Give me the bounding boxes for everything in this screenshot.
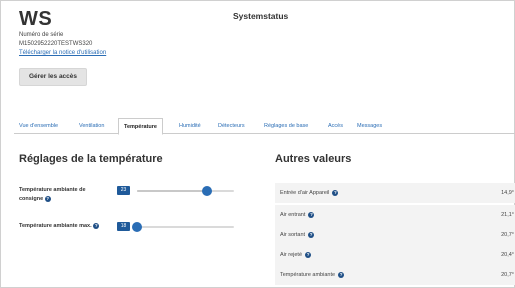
question-circle-icon[interactable]: ? bbox=[305, 251, 312, 258]
target-temp-label: Température ambiante de consigne ? bbox=[19, 186, 86, 204]
download-manual-link[interactable]: Télécharger la notice d'utilisation bbox=[19, 50, 106, 56]
max-temp-slider[interactable] bbox=[132, 222, 234, 232]
value-row-exhaust-air: Air rejeté ? 20,4° bbox=[275, 245, 515, 265]
value-row-value: 20,7° bbox=[501, 272, 514, 278]
value-row-supply-air: Air entrant ? 21,1° bbox=[275, 205, 515, 225]
tab-overview[interactable]: Vue d'ensemble bbox=[14, 118, 63, 134]
max-temp-value-badge: 18 bbox=[117, 222, 130, 231]
value-row-value: 14,9° bbox=[501, 190, 514, 196]
value-row-label: Air entrant ? bbox=[280, 211, 315, 218]
app-frame: WS Systemstatus Numéro de série M1502952… bbox=[0, 0, 515, 288]
value-row-label: Air rejeté ? bbox=[280, 251, 312, 258]
tab-basic-settings[interactable]: Réglages de base bbox=[259, 118, 313, 134]
tab-access[interactable]: Accès bbox=[323, 118, 348, 134]
question-circle-icon[interactable]: ? bbox=[338, 271, 345, 278]
tab-bar: Vue d'ensemble Ventilation Température H… bbox=[14, 118, 515, 135]
temperature-settings-title: Réglages de la température bbox=[19, 153, 163, 165]
target-temp-label-line1: Température ambiante de bbox=[19, 187, 86, 193]
value-row-value: 20,7° bbox=[501, 232, 514, 238]
question-circle-icon[interactable]: ? bbox=[308, 231, 315, 238]
tab-messages[interactable]: Messages bbox=[352, 118, 387, 134]
value-row-label: Entrée d'air Appareil ? bbox=[280, 189, 339, 196]
value-row-value: 21,1° bbox=[501, 212, 514, 218]
question-circle-icon[interactable]: ? bbox=[332, 189, 339, 196]
tab-ventilation[interactable]: Ventilation bbox=[74, 118, 109, 134]
target-temp-slider-fill bbox=[137, 190, 207, 192]
target-temp-slider-knob[interactable] bbox=[201, 186, 212, 196]
tab-humidity[interactable]: Humidité bbox=[174, 118, 206, 134]
target-temp-label-line2: consigne bbox=[19, 196, 44, 202]
target-temp-value-badge: 23 bbox=[117, 186, 130, 195]
value-row-extract-air: Air sortant ? 20,7° bbox=[275, 225, 515, 245]
value-row-air-inlet: Entrée d'air Appareil ? 14,9° bbox=[275, 183, 515, 203]
serial-label: Numéro de série bbox=[19, 32, 64, 38]
value-row-label: Air sortant ? bbox=[280, 231, 315, 238]
other-values-title: Autres valeurs bbox=[275, 153, 352, 165]
value-row-label: Température ambiante ? bbox=[280, 271, 345, 278]
tab-temperature[interactable]: Température bbox=[118, 118, 163, 135]
question-circle-icon[interactable]: ? bbox=[308, 211, 315, 218]
target-temp-slider[interactable] bbox=[137, 186, 234, 196]
manage-access-button[interactable]: Gérer les accès bbox=[19, 68, 87, 86]
question-circle-icon[interactable]: ? bbox=[93, 222, 100, 229]
serial-value: M1502952220TESTWS320 bbox=[19, 41, 93, 47]
value-row-room-temperature: Température ambiante ? 20,7° bbox=[275, 265, 515, 285]
max-temp-slider-knob[interactable] bbox=[132, 222, 142, 232]
max-temp-label-text: Température ambiante max. bbox=[19, 223, 92, 229]
value-row-value: 20,4° bbox=[501, 252, 514, 258]
page-title: Systemstatus bbox=[233, 11, 289, 21]
max-temp-label: Température ambiante max. ? bbox=[19, 222, 100, 231]
question-circle-icon[interactable]: ? bbox=[44, 195, 51, 202]
tab-detectors[interactable]: Détecteurs bbox=[213, 118, 250, 134]
device-name: WS bbox=[19, 8, 53, 30]
